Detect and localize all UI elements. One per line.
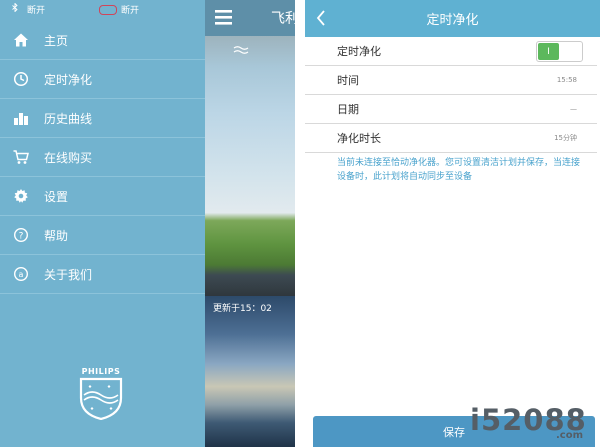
info-note: 当前未连接至恰动净化器。您可设置清洁计划并保存，当连接设备时，此计划将自动同步至… — [337, 158, 581, 182]
main-screen-preview: 飞利 更新于15：02 — [205, 0, 295, 447]
shield-icon — [79, 377, 123, 421]
row-value: 15分钟 — [554, 134, 577, 142]
home-icon — [12, 31, 30, 49]
wind-icon — [233, 42, 249, 61]
header-bar: 定时净化 — [305, 0, 600, 37]
landscape-photo — [205, 36, 295, 296]
bluetooth-icon — [12, 2, 18, 15]
row-time[interactable]: 时间 15:58 — [305, 66, 597, 95]
main-title: 飞利 — [271, 11, 295, 27]
svg-text:a: a — [19, 270, 24, 279]
main-header: 飞利 — [205, 0, 295, 36]
gear-icon — [12, 187, 30, 205]
menu-label: 主页 — [44, 33, 69, 48]
help-icon: ? — [12, 226, 30, 244]
row-label: 净化时长 — [337, 132, 381, 145]
page-title: 定时净化 — [426, 13, 479, 28]
battery-icon — [99, 5, 117, 15]
row-label: 定时净化 — [337, 45, 381, 58]
timed-purify-screen: 定时净化 定时净化 I 时间 15:58 日期 — 净化时长 15分钟 当前未连… — [305, 0, 600, 447]
city-sky-photo: 更新于15：02 — [205, 296, 295, 447]
menu-item-settings[interactable]: 设置 — [0, 177, 205, 216]
menu-item-buy-online[interactable]: 在线购买 — [0, 138, 205, 177]
menu-item-help[interactable]: ? 帮助 — [0, 216, 205, 255]
left-screen: 断开 断开 主页 定时净化 历史曲线 在线购买 设置 ? 帮助 a 关于我们 P… — [0, 0, 295, 447]
menu-label: 定时净化 — [44, 72, 93, 87]
hamburger-menu-icon[interactable] — [215, 10, 232, 29]
row-label: 日期 — [337, 103, 359, 116]
row-duration[interactable]: 净化时长 15分钟 — [305, 124, 597, 153]
menu-item-home[interactable]: 主页 — [0, 21, 205, 60]
philips-logo: PHILIPS — [76, 367, 126, 421]
menu-label: 关于我们 — [44, 267, 93, 282]
menu-label: 帮助 — [44, 228, 69, 243]
toggle-switch[interactable]: I — [536, 41, 583, 62]
update-time: 更新于15：02 — [213, 304, 272, 314]
brand-text: PHILIPS — [81, 367, 121, 376]
row-value: 15:58 — [556, 76, 577, 84]
menu-label: 设置 — [44, 189, 69, 204]
menu-item-history[interactable]: 历史曲线 — [0, 99, 205, 138]
row-label: 时间 — [337, 74, 359, 87]
chart-icon — [12, 109, 30, 127]
row-date[interactable]: 日期 — — [305, 95, 597, 124]
row-timed-purify: 定时净化 I — [305, 37, 597, 66]
info-icon: a — [12, 265, 30, 283]
bluetooth-status: 断开 — [27, 6, 46, 16]
toggle-knob: I — [538, 43, 559, 60]
battery-status: 断开 — [121, 6, 140, 16]
svg-text:?: ? — [19, 232, 24, 242]
menu-item-timed-purify[interactable]: 定时净化 — [0, 60, 205, 99]
row-value: — — [570, 105, 577, 113]
menu-label: 历史曲线 — [44, 111, 93, 126]
clock-icon — [12, 70, 30, 88]
watermark-domain: .com — [556, 430, 584, 441]
menu-item-about[interactable]: a 关于我们 — [0, 255, 205, 294]
cart-icon — [12, 148, 30, 166]
menu-label: 在线购买 — [44, 150, 93, 165]
navigation-drawer: 断开 断开 主页 定时净化 历史曲线 在线购买 设置 ? 帮助 a 关于我们 P… — [0, 0, 205, 447]
